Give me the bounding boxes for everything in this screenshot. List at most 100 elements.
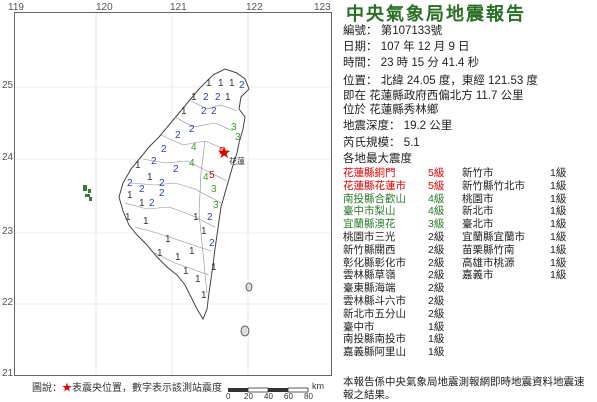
intensity-level: 2級 xyxy=(428,307,445,320)
station-intensity: 1 xyxy=(189,246,195,257)
intensity-area-name: 嘉義縣阿里山 xyxy=(343,346,406,359)
intensity-level: 1級 xyxy=(550,256,567,269)
scale-tick: 20 xyxy=(244,392,253,401)
intensity-level: 2級 xyxy=(428,294,445,307)
station-intensity: 1 xyxy=(125,212,131,223)
latitude-label: 22 xyxy=(2,297,14,308)
intensity-list-left-areas: 花蓮縣銅門 花蓮縣花蓮市 南投縣合歡山 臺中市梨山 宜蘭縣澳花 桃園市三光 新竹縣關西 彰化縣… xyxy=(343,167,406,359)
station-intensity: 4 xyxy=(203,172,209,183)
map-legend: 圖說：★表震央位置，數字表示該測站震度 xyxy=(32,379,222,394)
station-intensity: 1 xyxy=(229,78,235,89)
epicenter-place-label: 花蓮 xyxy=(229,157,245,166)
taiwan-map-drawing: ★ xyxy=(15,13,331,375)
intensity-level: 5級 xyxy=(428,179,445,192)
intensity-level: 1級 xyxy=(550,205,567,218)
station-intensity: 1 xyxy=(206,78,212,89)
intensity-area-name: 桃園市三光 xyxy=(343,230,396,243)
station-intensity: 2 xyxy=(151,156,157,167)
scale-tick: 40 xyxy=(264,392,273,401)
intensity-area-name: 花蓮縣銅門 xyxy=(343,167,396,179)
intensity-area-name: 新竹市 xyxy=(462,167,494,179)
latitude-label: 21 xyxy=(2,368,14,379)
intensity-area-name: 嘉義市 xyxy=(462,269,494,282)
intensity-level: 1級 xyxy=(550,218,567,231)
station-intensity: 1 xyxy=(127,190,133,201)
station-intensity: 2 xyxy=(139,184,145,195)
station-intensity: 2 xyxy=(209,238,215,249)
eastern-islands xyxy=(240,282,253,337)
station-intensity: 1 xyxy=(183,266,189,277)
station-intensity: 2 xyxy=(175,130,181,141)
station-intensity: 2 xyxy=(239,80,245,91)
intensity-level: 1級 xyxy=(550,179,567,192)
intensity-area-name: 雲林縣草嶺 xyxy=(343,269,396,282)
station-intensity: 1 xyxy=(165,234,171,245)
intensity-level: 4級 xyxy=(428,192,445,205)
station-intensity: 1 xyxy=(195,274,201,285)
station-intensity: 1 xyxy=(191,92,197,103)
legend-text: 表震央位置，數字表示該測站震度 xyxy=(72,383,222,394)
intensity-area-name: 新北市五分山 xyxy=(343,307,406,320)
station-intensity: 5 xyxy=(219,146,225,157)
intensity-level: 3級 xyxy=(428,218,445,231)
station-intensity: 1 xyxy=(211,262,217,273)
legend-star-icon: ★ xyxy=(62,383,72,394)
report-township: 位於 花蓮縣秀林鄉 xyxy=(343,104,439,116)
station-intensity: 2 xyxy=(149,198,155,209)
station-intensity: 1 xyxy=(139,198,145,209)
earthquake-report-panel: 中央氣象局地震報告 編號： 第107133號 日期： 107 年 12 月 9 … xyxy=(340,0,597,402)
station-intensity: 2 xyxy=(127,178,133,189)
station-intensity: 1 xyxy=(143,216,149,227)
report-magnitude: 芮氏規模： 5.1 xyxy=(343,137,420,149)
intensity-level: 5級 xyxy=(428,167,445,179)
station-intensity: 1 xyxy=(193,212,199,223)
report-number: 編號： 第107133號 xyxy=(343,25,443,37)
station-intensity: 4 xyxy=(189,158,195,169)
station-intensity: 2 xyxy=(189,124,195,135)
station-intensity: 1 xyxy=(201,290,207,301)
station-intensity: 2 xyxy=(173,164,179,175)
intensity-level: 2級 xyxy=(428,269,445,282)
station-intensity: 2 xyxy=(203,92,209,103)
station-intensity: 1 xyxy=(201,226,207,237)
intensity-area-name: 臺東縣海端 xyxy=(343,282,396,295)
intensity-level: 1級 xyxy=(428,333,445,346)
scale-unit: km xyxy=(312,381,324,391)
station-intensity: 3 xyxy=(213,200,219,211)
intensity-level: 1級 xyxy=(550,269,567,282)
intensity-area-name: 臺中市 xyxy=(343,320,375,333)
intensity-area-name: 新北市 xyxy=(462,205,494,218)
intensity-area-name: 花蓮縣花蓮市 xyxy=(343,179,406,192)
intensity-list-left-levels: 5級 5級 4級 4級 3級 2級 2級 2級 2級 2級 2級 2級 1級 1級 1級 xyxy=(428,167,444,359)
scale-tick: 80 xyxy=(304,392,313,401)
intensity-level: 1級 xyxy=(550,167,567,179)
intensity-level: 2級 xyxy=(428,282,445,295)
intensity-area-name: 雲林縣斗六市 xyxy=(343,294,406,307)
intensity-area-name: 新竹縣竹北市 xyxy=(462,179,525,192)
epicenter-map-panel: 119 120 121 122 123 25 24 23 22 21 ★ 1 1… xyxy=(0,0,336,402)
intensity-area-name: 新竹縣關西 xyxy=(343,243,396,256)
intensity-level: 1級 xyxy=(428,320,445,333)
intensity-level: 1級 xyxy=(550,243,567,256)
intensity-level: 2級 xyxy=(428,256,445,269)
intensity-area-name: 宜蘭縣澳花 xyxy=(343,218,396,231)
station-intensity: 1 xyxy=(147,172,153,183)
station-intensity: 1 xyxy=(175,252,181,263)
station-intensity: 2 xyxy=(201,106,207,117)
intensity-area-name: 臺北市 xyxy=(462,218,494,231)
taiwan-map: ★ 1 1 1 2 1 2 2 1 1 2 2 3 2 2 4 3 2 4 5 … xyxy=(14,12,332,376)
scale-tick: 60 xyxy=(284,392,293,401)
intensity-area-name: 南投縣南投市 xyxy=(343,333,406,346)
intensity-level: 2級 xyxy=(428,243,445,256)
intensity-area-name: 彰化縣彰化市 xyxy=(343,256,406,269)
intensity-list-right-areas: 新竹市 新竹縣竹北市 桃園市 新北市 臺北市 宜蘭縣宜蘭市 苗栗縣竹南 高雄市桃源 嘉義市 xyxy=(462,167,525,282)
scale-tick: 0 xyxy=(226,392,231,401)
station-intensity: 2 xyxy=(161,144,167,155)
intensity-list-right-levels: 1級 1級 1級 1級 1級 1級 1級 1級 1級 xyxy=(550,167,566,282)
station-intensity: 2 xyxy=(207,212,213,223)
intensity-level: 1級 xyxy=(550,192,567,205)
latitude-label: 23 xyxy=(2,226,14,237)
intensity-level: 1級 xyxy=(428,346,445,359)
station-intensity: 2 xyxy=(159,188,165,199)
intensity-area-name: 臺中市梨山 xyxy=(343,205,396,218)
